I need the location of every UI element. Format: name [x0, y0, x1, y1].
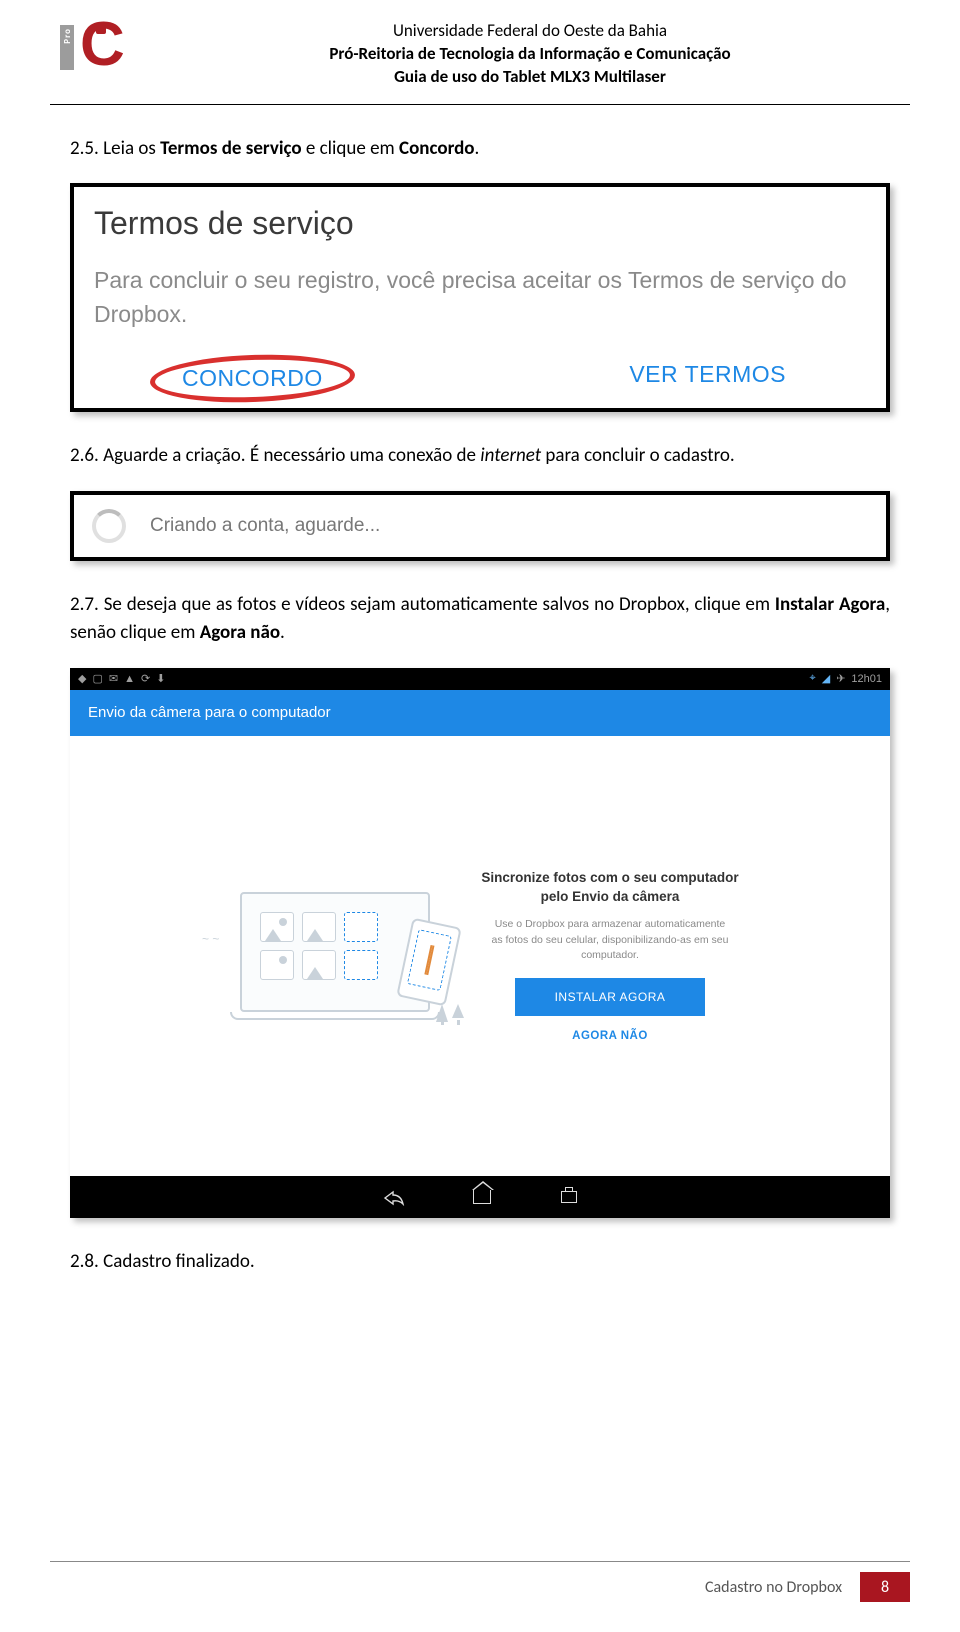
not-now-button[interactable]: AGORA NÃO: [480, 1030, 740, 1042]
promo-title: Sincronize fotos com o seu computador pe…: [480, 869, 740, 907]
page-footer: Cadastro no Dropbox 8: [50, 1561, 910, 1602]
download-icon: ⬇: [156, 672, 165, 685]
trees-icon: [436, 1004, 464, 1022]
nav-bar: [70, 1176, 890, 1218]
header-line3: Guia de uso do Tablet MLX3 Multilaser: [160, 66, 900, 89]
terms-description: Para concluir o seu registro, você preci…: [94, 264, 866, 331]
page-header: Pro C Universidade Federal do Oeste da B…: [0, 0, 960, 99]
warning-icon: ▲: [124, 673, 135, 685]
terms-title: Termos de serviço: [94, 205, 866, 242]
spinner-icon: [92, 509, 126, 543]
status-right-icons: ⌖ ◢ ✈ 12h01: [810, 672, 882, 685]
app-bar: Envio da câmera para o computador: [70, 690, 890, 736]
content: 2.5. Leia os Termos de serviço e clique …: [0, 105, 960, 1276]
camera-upload-promo: ~ ~: [70, 736, 890, 1176]
header-line2: Pró-Reitoria de Tecnologia da Informação…: [160, 43, 900, 66]
install-now-button[interactable]: INSTALAR AGORA: [515, 978, 705, 1016]
clock-text: 12h01: [851, 673, 882, 685]
airplane-icon: ✈: [836, 672, 845, 685]
tic-logo: Pro C: [60, 20, 140, 75]
view-terms-button[interactable]: VER TERMOS: [629, 361, 786, 396]
bluetooth-icon: ⌖: [810, 672, 816, 685]
figure-creating-account: Criando a conta, aguarde...: [70, 491, 890, 561]
recent-apps-icon[interactable]: [561, 1191, 577, 1203]
header-line1: Universidade Federal do Oeste da Bahia: [160, 20, 900, 43]
agree-button[interactable]: CONCORDO: [164, 361, 341, 396]
creating-account-text: Criando a conta, aguarde...: [150, 515, 380, 537]
footer-page-number: 8: [860, 1572, 910, 1602]
step-2-6: 2.6. Aguarde a criação. É necessário uma…: [70, 442, 890, 471]
wifi-icon: ◢: [822, 672, 830, 685]
header-text: Universidade Federal do Oeste da Bahia P…: [160, 20, 900, 89]
promo-panel: Sincronize fotos com o seu computador pe…: [480, 869, 740, 1042]
evernote-icon: ◆: [78, 672, 86, 685]
status-left-icons: ◆ ▢ ✉ ▲ ⟳ ⬇: [78, 672, 165, 685]
illustration: ~ ~: [220, 892, 450, 1020]
home-icon[interactable]: [473, 1190, 491, 1204]
birds-icon: ~ ~: [202, 932, 219, 946]
sync-icon: ⟳: [141, 672, 150, 685]
promo-description: Use o Dropbox para armazenar automaticam…: [480, 917, 740, 964]
figure-tablet-screenshot: ◆ ▢ ✉ ▲ ⟳ ⬇ ⌖ ◢ ✈ 12h01 Envio da câmera …: [70, 668, 890, 1218]
picture-icon: ▢: [92, 672, 102, 685]
app-bar-title: Envio da câmera para o computador: [88, 704, 331, 721]
back-icon[interactable]: [383, 1190, 403, 1204]
step-2-5: 2.5. Leia os Termos de serviço e clique …: [70, 135, 890, 164]
step-2-7: 2.7. Se deseja que as fotos e vídeos sej…: [70, 591, 890, 648]
footer-rule: [50, 1561, 910, 1562]
step-2-8: 2.8. Cadastro finalizado.: [70, 1248, 890, 1277]
figure-terms-dialog: Termos de serviço Para concluir o seu re…: [70, 183, 890, 412]
footer-label: Cadastro no Dropbox: [705, 1578, 842, 1597]
status-bar: ◆ ▢ ✉ ▲ ⟳ ⬇ ⌖ ◢ ✈ 12h01: [70, 668, 890, 690]
mail-icon: ✉: [109, 672, 118, 685]
